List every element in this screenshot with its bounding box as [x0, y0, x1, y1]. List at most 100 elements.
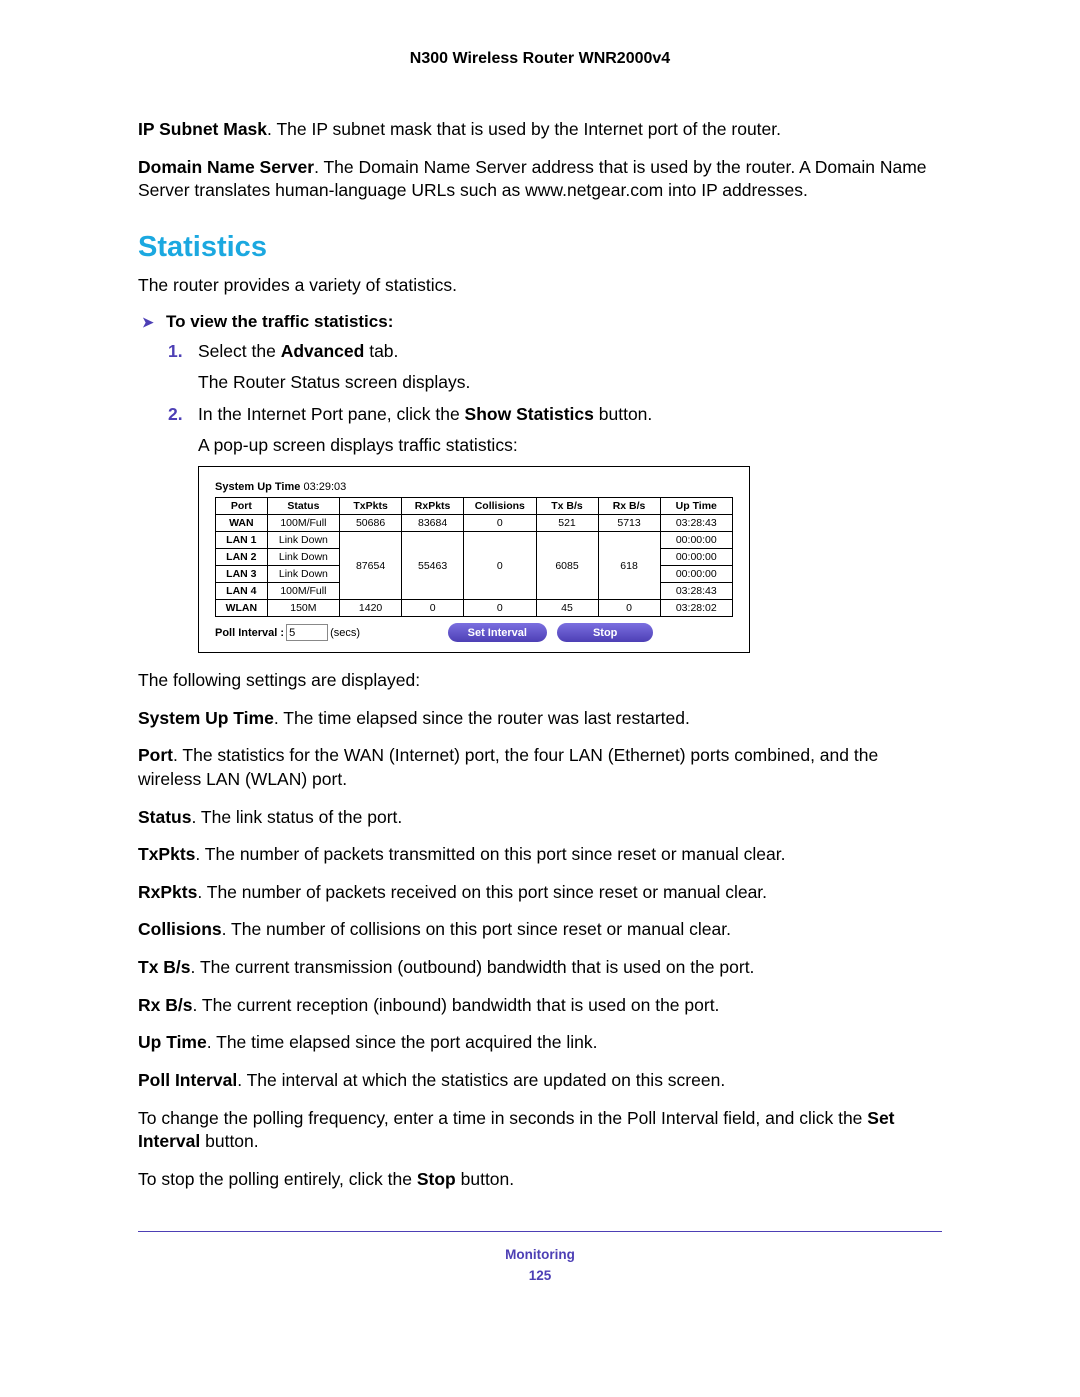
stop-button[interactable]: Stop	[557, 623, 653, 642]
section-lead: The router provides a variety of statist…	[138, 274, 942, 298]
term-uptime: Up Time	[138, 1032, 207, 1052]
cell-wan-txb: 521	[536, 515, 598, 532]
th-txpkts: TxPkts	[340, 498, 402, 515]
para-status: Status. The link status of the port.	[138, 806, 942, 830]
step-1-text-c: tab.	[364, 341, 398, 361]
change-c: button.	[200, 1131, 258, 1151]
cell-lan4-port: LAN 4	[216, 583, 268, 600]
th-txbs: Tx B/s	[536, 498, 598, 515]
desc-txpkts: . The number of packets transmitted on t…	[195, 844, 785, 864]
set-interval-button[interactable]: Set Interval	[448, 623, 547, 642]
task-label: To view the traffic statistics:	[166, 312, 393, 332]
cell-wlan-status: 150M	[267, 600, 339, 617]
cell-wlan-up: 03:28:02	[660, 600, 732, 617]
cell-lan-txb: 6085	[536, 532, 598, 600]
term-status: Status	[138, 807, 191, 827]
step-1: 1. Select the Advanced tab. The Router S…	[168, 340, 942, 395]
term-dns: Domain Name Server	[138, 157, 314, 177]
statistics-table: Port Status TxPkts RxPkts Collisions Tx …	[215, 497, 733, 617]
cell-wlan-rx: 0	[402, 600, 464, 617]
cell-lan-rxb: 618	[598, 532, 660, 600]
poll-unit: (secs)	[330, 627, 360, 639]
cell-lan2-port: LAN 2	[216, 549, 268, 566]
page-footer: Monitoring 125	[138, 1246, 942, 1286]
footer-page-number: 125	[138, 1267, 942, 1286]
row-wan: WAN 100M/Full 50686 83684 0 521 5713 03:…	[216, 515, 733, 532]
term-rxbs: Rx B/s	[138, 995, 192, 1015]
poll-label: Poll Interval :	[215, 627, 284, 639]
term-rxpkts: RxPkts	[138, 882, 197, 902]
para-system-uptime: System Up Time. The time elapsed since t…	[138, 707, 942, 731]
desc-txbs: . The current transmission (outbound) ba…	[191, 957, 755, 977]
para-poll: Poll Interval. The interval at which the…	[138, 1069, 942, 1093]
term-collisions: Collisions	[138, 919, 222, 939]
th-status: Status	[267, 498, 339, 515]
table-header-row: Port Status TxPkts RxPkts Collisions Tx …	[216, 498, 733, 515]
cell-lan3-port: LAN 3	[216, 566, 268, 583]
desc-uptime: . The time elapsed since the port acquir…	[207, 1032, 598, 1052]
task-heading: ➤ To view the traffic statistics:	[138, 312, 942, 332]
cell-wlan-txb: 45	[536, 600, 598, 617]
step-2-text-b: Show Statistics	[465, 404, 594, 424]
cell-lan4-up: 03:28:43	[660, 583, 732, 600]
cell-lan2-up: 00:00:00	[660, 549, 732, 566]
stop-b: Stop	[417, 1169, 456, 1189]
step-2-text-a: In the Internet Port pane, click the	[198, 404, 465, 424]
dns-paragraph: Domain Name Server. The Domain Name Serv…	[138, 156, 942, 203]
para-txpkts: TxPkts. The number of packets transmitte…	[138, 843, 942, 867]
step-1-number: 1.	[168, 340, 183, 364]
term-poll: Poll Interval	[138, 1070, 237, 1090]
term-system-uptime: System Up Time	[138, 708, 274, 728]
para-change-poll: To change the polling frequency, enter a…	[138, 1107, 942, 1154]
desc-rxbs: . The current reception (inbound) bandwi…	[192, 995, 719, 1015]
uptime-value: 03:29:03	[303, 481, 346, 493]
poll-interval-input[interactable]	[286, 624, 328, 641]
statistics-panel: System Up Time 03:29:03 Port Status TxPk…	[198, 466, 750, 653]
desc-port: . The statistics for the WAN (Internet) …	[138, 745, 878, 789]
cell-wan-rxb: 5713	[598, 515, 660, 532]
stop-a: To stop the polling entirely, click the	[138, 1169, 417, 1189]
para-txbs: Tx B/s. The current transmission (outbou…	[138, 956, 942, 980]
desc-ip-subnet-mask: . The IP subnet mask that is used by the…	[267, 119, 781, 139]
cell-lan1-port: LAN 1	[216, 532, 268, 549]
cell-wan-rx: 83684	[402, 515, 464, 532]
th-port: Port	[216, 498, 268, 515]
cell-wlan-col: 0	[464, 600, 536, 617]
desc-status: . The link status of the port.	[191, 807, 402, 827]
para-rxpkts: RxPkts. The number of packets received o…	[138, 881, 942, 905]
cell-wan-col: 0	[464, 515, 536, 532]
cell-wan-port: WAN	[216, 515, 268, 532]
cell-wan-tx: 50686	[340, 515, 402, 532]
row-wlan: WLAN 150M 1420 0 0 45 0 03:28:02	[216, 600, 733, 617]
cell-lan3-up: 00:00:00	[660, 566, 732, 583]
cell-wlan-port: WLAN	[216, 600, 268, 617]
step-1-text-a: Select the	[198, 341, 281, 361]
steps-list: 1. Select the Advanced tab. The Router S…	[168, 340, 942, 459]
step-2-note: A pop-up screen displays traffic statist…	[198, 434, 942, 458]
th-rxpkts: RxPkts	[402, 498, 464, 515]
para-stop-poll: To stop the polling entirely, click the …	[138, 1168, 942, 1192]
th-collisions: Collisions	[464, 498, 536, 515]
term-txpkts: TxPkts	[138, 844, 195, 864]
ip-subnet-mask-paragraph: IP Subnet Mask. The IP subnet mask that …	[138, 118, 942, 142]
cell-lan1-up: 00:00:00	[660, 532, 732, 549]
page-header-title: N300 Wireless Router WNR2000v4	[138, 50, 942, 68]
desc-poll: . The interval at which the statistics a…	[237, 1070, 725, 1090]
desc-collisions: . The number of collisions on this port …	[222, 919, 731, 939]
cell-lan-rx: 55463	[402, 532, 464, 600]
cell-wan-status: 100M/Full	[267, 515, 339, 532]
term-ip-subnet-mask: IP Subnet Mask	[138, 119, 267, 139]
th-rxbs: Rx B/s	[598, 498, 660, 515]
cell-lan1-status: Link Down	[267, 532, 339, 549]
stop-c: button.	[456, 1169, 514, 1189]
step-2-number: 2.	[168, 403, 183, 427]
cell-lan3-status: Link Down	[267, 566, 339, 583]
arrow-icon: ➤	[138, 314, 166, 331]
cell-wan-up: 03:28:43	[660, 515, 732, 532]
cell-lan4-status: 100M/Full	[267, 583, 339, 600]
poll-interval-row: Poll Interval : (secs) Set Interval Stop	[215, 623, 733, 642]
step-2: 2. In the Internet Port pane, click the …	[168, 403, 942, 458]
footer-divider	[138, 1231, 942, 1232]
term-port: Port	[138, 745, 173, 765]
para-uptime: Up Time. The time elapsed since the port…	[138, 1031, 942, 1055]
